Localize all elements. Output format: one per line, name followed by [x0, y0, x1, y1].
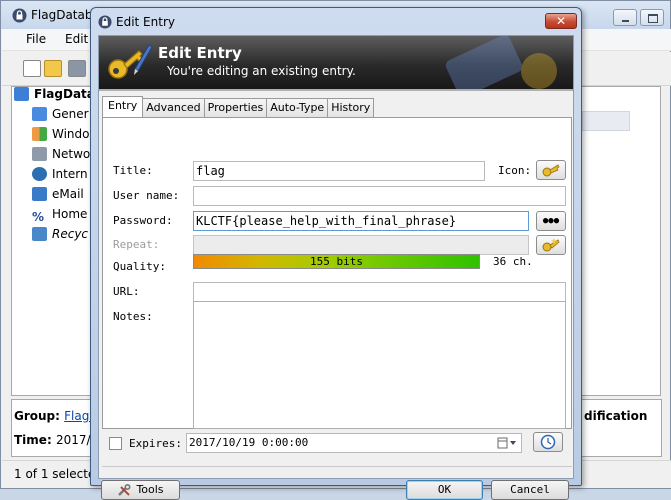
banner-title: Edit Entry: [158, 44, 242, 62]
quality-label: Quality:: [113, 260, 166, 273]
quality-bits: 155 bits: [310, 255, 363, 268]
notes-textarea[interactable]: [193, 301, 566, 429]
tab-properties[interactable]: Properties: [203, 98, 268, 117]
calendar-dropdown[interactable]: [497, 436, 519, 450]
menu-file[interactable]: File: [26, 32, 46, 46]
key-generator-icon: [542, 238, 560, 252]
username-label: User name:: [113, 189, 180, 202]
username-field[interactable]: [193, 186, 566, 206]
group-tree: FlagData Gener Windo Netwo Intern eMail …: [11, 86, 92, 396]
password-generator-button[interactable]: [536, 235, 566, 255]
tree-root[interactable]: FlagData: [14, 87, 92, 105]
tab-advanced[interactable]: Advanced: [142, 98, 205, 117]
status-text: 1 of 1 selecte: [14, 467, 96, 481]
banner-watermark-icon: [445, 36, 557, 89]
entry-tab-panel: Title: flag Icon: User name: Password: K…: [102, 117, 572, 429]
calendar-dropdown-icon: [497, 437, 516, 449]
dots-icon: ●●●: [542, 216, 560, 226]
minimize-button[interactable]: [613, 9, 637, 26]
expires-checkbox[interactable]: [109, 437, 122, 450]
expiry-date-field[interactable]: 2017/10/19 0:00:00: [186, 433, 522, 453]
tab-strip: Entry Advanced Properties Auto-Type Hist…: [102, 96, 375, 117]
title-field[interactable]: flag: [193, 161, 485, 181]
url-label: URL:: [113, 285, 140, 298]
tab-auto-type[interactable]: Auto-Type: [266, 98, 329, 117]
url-field[interactable]: [193, 282, 566, 302]
close-button[interactable]: ✕: [545, 13, 577, 29]
password-length: 36 ch.: [493, 255, 533, 268]
tools-icon: [118, 483, 131, 496]
expiry-presets-button[interactable]: [533, 432, 563, 452]
windows-icon: [32, 127, 47, 141]
dialog-title: Edit Entry: [116, 15, 175, 29]
keepass-lock-icon: [12, 8, 27, 23]
globe-icon: [32, 167, 47, 181]
expires-label: Expires:: [129, 437, 182, 450]
tools-button-label: Tools: [136, 483, 164, 496]
password-label: Password:: [113, 214, 173, 227]
details-modification-label: dification: [584, 409, 648, 423]
banner-separator: [99, 89, 573, 91]
edit-entry-dialog: Edit Entry ✕ Edit Entry You're editing a…: [90, 7, 582, 500]
footer-separator: [102, 466, 572, 467]
new-database-icon[interactable]: [23, 60, 41, 77]
entry-list-selected-row[interactable]: [582, 111, 630, 131]
open-folder-icon[interactable]: [44, 60, 62, 77]
network-icon: [32, 147, 47, 161]
notes-label: Notes:: [113, 310, 153, 323]
dialog-client: Edit Entry You're editing an existing en…: [98, 35, 574, 500]
password-field[interactable]: KLCTF{please_help_with_final_phrase}: [193, 211, 529, 231]
recycle-bin-icon: [32, 227, 47, 241]
show-password-button[interactable]: ●●●: [536, 211, 566, 231]
close-icon: ✕: [555, 14, 567, 28]
maximize-button[interactable]: [640, 9, 664, 26]
banner-subtitle: You're editing an existing entry.: [167, 64, 356, 78]
key-pen-icon: [108, 44, 153, 79]
icon-picker-button[interactable]: [536, 160, 566, 180]
tab-entry[interactable]: Entry: [102, 96, 144, 117]
folder-icon: [32, 107, 47, 121]
details-time: Time: 2017/9: [14, 433, 99, 447]
save-icon[interactable]: [68, 60, 86, 77]
repeat-label: Repeat:: [113, 238, 160, 251]
percent-icon: %: [32, 210, 47, 224]
entry-list: [581, 86, 661, 396]
tab-history[interactable]: History: [327, 98, 375, 117]
repeat-password-field[interactable]: [193, 235, 529, 255]
tools-button[interactable]: Tools: [101, 480, 180, 500]
password-quality-bar: 155 bits: [193, 254, 480, 269]
dialog-banner: Edit Entry You're editing an existing en…: [99, 36, 573, 89]
dialog-title-bar[interactable]: Edit Entry ✕: [91, 8, 581, 34]
keepass-lock-icon: [98, 15, 112, 29]
database-folder-icon: [14, 87, 29, 101]
main-window-title: FlagDatab: [31, 8, 93, 22]
menu-edit[interactable]: Edit: [65, 32, 88, 46]
cancel-button[interactable]: Cancel: [491, 480, 569, 500]
details-group: Group: FlagD: [14, 409, 99, 423]
key-icon: [542, 164, 560, 177]
clock-icon: [540, 434, 556, 450]
ok-button[interactable]: OK: [406, 480, 483, 500]
title-label: Title:: [113, 164, 153, 177]
email-icon: [32, 187, 47, 201]
icon-label: Icon:: [498, 164, 532, 177]
